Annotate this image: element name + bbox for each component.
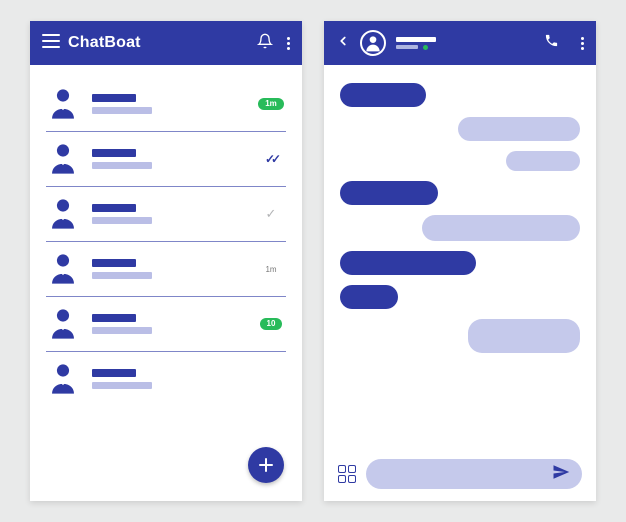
message-bubble-incoming[interactable]	[340, 181, 438, 205]
contact-preview-placeholder	[92, 107, 152, 114]
message-row	[340, 83, 580, 107]
message-input[interactable]	[366, 459, 582, 489]
call-icon[interactable]	[544, 33, 559, 53]
contact-row[interactable]	[46, 351, 286, 406]
unread-badge: 1m	[258, 98, 284, 110]
contact-info	[92, 259, 244, 279]
contact-row[interactable]: ✓	[46, 186, 286, 241]
contact-preview-placeholder	[92, 162, 152, 169]
message-row	[340, 117, 580, 141]
conversation-avatar[interactable]	[360, 30, 386, 56]
conversation-title	[396, 37, 534, 50]
contact-row[interactable]: ✓✓	[46, 131, 286, 186]
contact-avatar	[46, 307, 80, 341]
contact-info	[92, 204, 244, 224]
read-receipt-icon: ✓✓	[265, 152, 277, 166]
contact-preview-placeholder	[92, 217, 152, 224]
contacts-screen: ChatBoat 1m ✓✓	[30, 21, 302, 501]
contact-row[interactable]: 10	[46, 296, 286, 351]
online-status-dot	[423, 45, 428, 50]
contact-name-placeholder	[92, 149, 136, 157]
contact-info	[92, 149, 244, 169]
message-row	[340, 181, 580, 205]
conversation-more-icon[interactable]	[581, 37, 584, 50]
contacts-header: ChatBoat	[30, 21, 302, 65]
message-bubble-outgoing[interactable]	[422, 215, 580, 241]
message-row	[340, 319, 580, 353]
message-list	[324, 65, 596, 453]
message-row	[340, 285, 580, 309]
message-bubble-incoming[interactable]	[340, 83, 426, 107]
back-icon[interactable]	[336, 34, 350, 53]
contact-name-placeholder	[92, 314, 136, 322]
contact-info	[92, 314, 244, 334]
message-row	[340, 251, 580, 275]
conversation-header	[324, 21, 596, 65]
contact-name-placeholder	[92, 259, 136, 267]
contact-preview-placeholder	[92, 272, 152, 279]
last-activity-time: 1m	[265, 265, 276, 274]
message-bubble-outgoing[interactable]	[506, 151, 580, 171]
contact-row[interactable]: 1m	[46, 241, 286, 296]
unread-badge: 10	[260, 318, 283, 330]
contact-preview-placeholder	[92, 327, 152, 334]
contact-preview-placeholder	[92, 382, 152, 389]
contact-avatar	[46, 142, 80, 176]
contact-name-placeholder	[92, 94, 136, 102]
contact-avatar	[46, 252, 80, 286]
contact-info	[92, 369, 244, 389]
contact-name-placeholder	[92, 204, 136, 212]
contact-avatar	[46, 362, 80, 396]
message-row	[340, 151, 580, 171]
composer	[324, 453, 596, 501]
message-row	[340, 215, 580, 241]
attachments-icon[interactable]	[338, 465, 356, 483]
notification-icon[interactable]	[257, 33, 273, 54]
contact-info	[92, 94, 244, 114]
contact-name-placeholder	[92, 369, 136, 377]
message-bubble-incoming[interactable]	[340, 251, 476, 275]
app-title: ChatBoat	[68, 34, 141, 52]
new-chat-button[interactable]	[248, 447, 284, 483]
message-bubble-outgoing[interactable]	[468, 319, 580, 353]
contact-avatar	[46, 87, 80, 121]
message-bubble-outgoing[interactable]	[458, 117, 580, 141]
sent-receipt-icon: ✓	[266, 206, 277, 222]
send-icon[interactable]	[552, 463, 570, 486]
contact-row[interactable]: 1m	[30, 69, 302, 131]
conversation-screen	[324, 21, 596, 501]
more-menu-icon[interactable]	[287, 37, 290, 50]
contact-list: 1m ✓✓ ✓ 1m 10	[30, 65, 302, 501]
hamburger-icon[interactable]	[42, 34, 60, 53]
message-bubble-incoming[interactable]	[340, 285, 398, 309]
contact-avatar	[46, 197, 80, 231]
